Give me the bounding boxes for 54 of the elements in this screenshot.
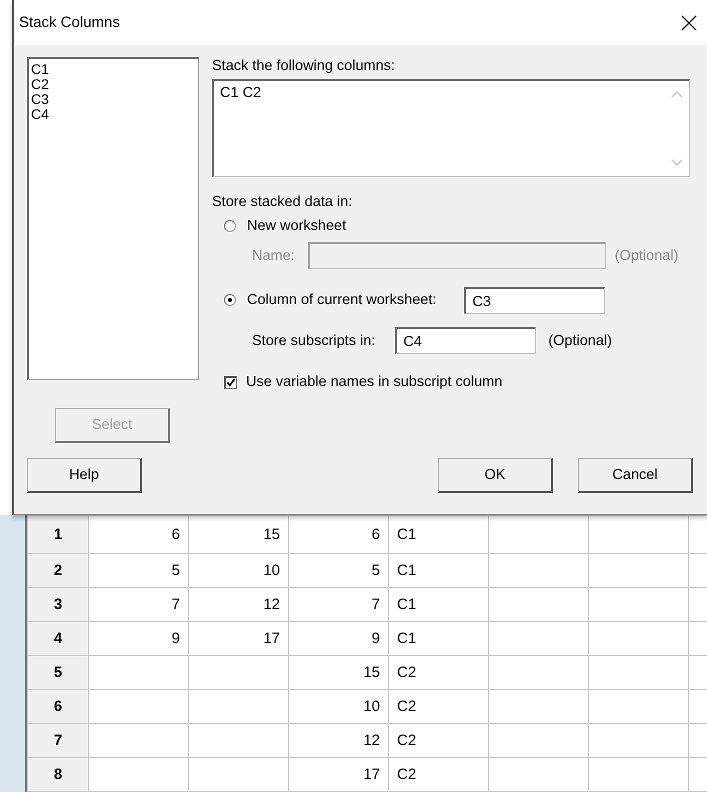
table-cell: C2 <box>388 656 488 690</box>
table-cell: C1 <box>388 516 488 554</box>
table-cell: 7 <box>288 588 388 622</box>
table-cell: C1 <box>388 588 488 622</box>
table-cell: 5 <box>288 554 388 588</box>
table-cell: 10 <box>188 554 288 588</box>
table-cell: C2 <box>388 758 488 792</box>
table-cell: 6 <box>88 516 188 554</box>
close-icon[interactable] <box>681 14 697 30</box>
table-cell: 9 <box>88 622 188 656</box>
radio-label: New worksheet <box>247 218 346 234</box>
row-number: 7 <box>28 724 88 758</box>
table-cell: 15 <box>188 516 288 554</box>
variable-item[interactable]: C1 <box>31 62 196 77</box>
table-cell: C2 <box>388 724 488 758</box>
row-number: 6 <box>28 690 88 724</box>
table-cell: 7 <box>88 588 188 622</box>
table-cell: 12 <box>288 724 388 758</box>
table-cell: 5 <box>88 554 188 588</box>
row-number: 5 <box>28 656 88 690</box>
subscripts-field[interactable]: C4 <box>395 327 536 354</box>
dialog-button[interactable]: OK <box>438 458 553 493</box>
section-label: Store stacked data in: <box>212 193 352 211</box>
dialog-button[interactable]: Cancel <box>578 458 693 493</box>
window-title: Stack Columns <box>19 14 120 31</box>
checkbox[interactable] <box>224 376 237 388</box>
variable-item[interactable]: C3 <box>31 92 196 107</box>
table-cell: 9 <box>288 622 388 656</box>
field-label: Stack the following columns: <box>212 57 395 75</box>
table-cell: 10 <box>288 690 388 724</box>
optional-note: (Optional) <box>548 332 612 348</box>
table-cell: 17 <box>288 758 388 792</box>
optional-note: (Optional) <box>614 248 678 264</box>
row-number: 3 <box>28 588 88 622</box>
dialog-button[interactable]: Help <box>27 458 142 493</box>
column-field[interactable]: C3 <box>464 287 606 314</box>
radio-label: Column of current worksheet: <box>247 292 436 308</box>
table-cell: 12 <box>188 588 288 622</box>
table-cell: 15 <box>288 656 388 690</box>
table-cell: C1 <box>388 554 488 588</box>
field-label: Store subscripts in: <box>252 332 376 348</box>
table-cell: 17 <box>188 622 288 656</box>
table-cell: C1 <box>388 622 488 656</box>
row-number: 8 <box>28 758 88 792</box>
row-number: 2 <box>28 554 88 588</box>
table-cell: 6 <box>288 516 388 554</box>
row-number: 1 <box>28 516 88 554</box>
checkbox-label: Use variable names in subscript column <box>246 374 502 390</box>
row-number: 4 <box>28 622 88 656</box>
radio-button[interactable] <box>224 294 236 306</box>
field-label: Name: <box>252 248 295 264</box>
table-cell: C2 <box>388 690 488 724</box>
variable-item[interactable]: C4 <box>31 107 196 122</box>
variable-item[interactable]: C2 <box>31 77 196 92</box>
